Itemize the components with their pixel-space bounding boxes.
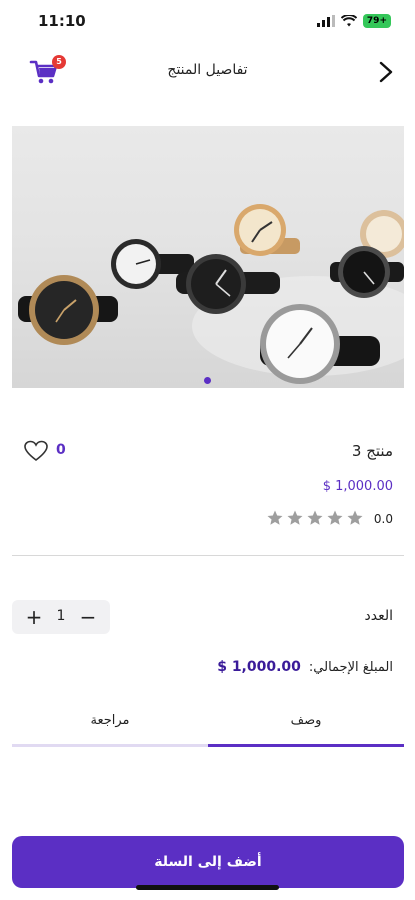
battery-indicator: 79+	[362, 14, 391, 28]
tab-bar: مراجعة وصف	[12, 706, 404, 747]
heart-icon[interactable]	[24, 440, 48, 462]
divider	[12, 555, 404, 556]
add-to-cart-button[interactable]: أضف إلى السلة	[12, 836, 404, 888]
quantity-stepper: + 1 −	[12, 600, 110, 634]
status-bar: 11:10 79+	[0, 0, 415, 44]
app-header: 5 تفاصيل المنتج	[0, 48, 415, 96]
home-indicator	[136, 885, 279, 890]
status-icons: 79+	[316, 14, 391, 28]
quantity-value: 1	[56, 608, 66, 624]
tab-active-indicator	[208, 744, 404, 747]
star-icon[interactable]	[306, 509, 324, 527]
quantity-increase-button[interactable]: +	[24, 606, 44, 628]
back-chevron-icon[interactable]	[373, 58, 401, 86]
status-time: 11:10	[38, 12, 86, 30]
rating-value: 0.0	[373, 512, 393, 526]
star-icon[interactable]	[346, 509, 364, 527]
carousel-dot-active[interactable]	[204, 377, 211, 384]
star-icon[interactable]	[286, 509, 304, 527]
total-label: المبلغ الإجمالي:	[308, 659, 393, 675]
tab-review[interactable]: مراجعة	[12, 706, 208, 746]
like-count: 0	[56, 442, 66, 458]
star-rating[interactable]	[266, 509, 364, 527]
total-row: المبلغ الإجمالي: $ 1,000.00	[217, 659, 393, 675]
signal-icon	[316, 15, 335, 27]
wifi-icon	[340, 15, 357, 27]
watches-illustration	[18, 204, 404, 384]
quantity-label: العدد	[364, 608, 394, 624]
tab-description[interactable]: وصف	[208, 706, 404, 746]
quantity-decrease-button[interactable]: −	[78, 606, 98, 628]
star-icon[interactable]	[326, 509, 344, 527]
product-image[interactable]	[12, 126, 404, 388]
product-price: 1,000.00 $	[322, 479, 393, 494]
product-name: منتج 3	[351, 442, 393, 460]
page-title: تفاصيل المنتج	[167, 62, 248, 78]
star-icon[interactable]	[266, 509, 284, 527]
total-amount: $ 1,000.00	[217, 659, 301, 675]
